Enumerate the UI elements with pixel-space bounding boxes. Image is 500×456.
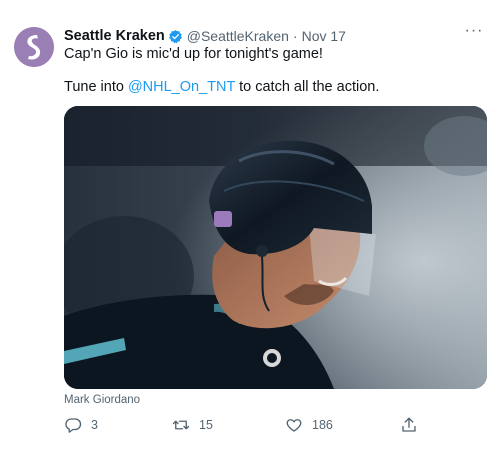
display-name[interactable]: Seattle Kraken — [64, 28, 165, 44]
more-icon[interactable]: ··· — [462, 23, 486, 44]
tweet-date[interactable]: Nov 17 — [302, 28, 346, 44]
share-icon — [400, 416, 418, 434]
verified-badge-icon — [168, 29, 183, 44]
tweet-text-after-mention: to catch all the action. — [235, 79, 380, 95]
share-button[interactable] — [400, 414, 418, 436]
like-button[interactable]: 186 — [285, 414, 333, 436]
tweet-text-line-1: Cap'n Gio is mic'd up for tonight's game… — [64, 46, 323, 62]
tweet-header: Seattle Kraken @SeattleKraken · Nov 17 — [64, 26, 346, 46]
retweet-button[interactable]: 15 — [172, 414, 213, 436]
tweet-text-before-mention: Tune into — [64, 79, 128, 95]
photo-caption[interactable]: Mark Giordano — [64, 394, 140, 406]
tweet-actions: 3 15 186 — [64, 414, 487, 436]
separator-dot: · — [292, 28, 298, 44]
tweet-card[interactable]: Seattle Kraken @SeattleKraken · Nov 17 ·… — [0, 0, 500, 456]
retweet-icon — [172, 416, 190, 434]
like-count: 186 — [312, 418, 333, 432]
hockey-player-photo — [64, 106, 487, 389]
tweet-text-line-2: Tune into @NHL_On_TNT to catch all the a… — [64, 77, 379, 97]
reply-button[interactable]: 3 — [64, 414, 98, 436]
user-handle[interactable]: @SeattleKraken — [187, 28, 289, 44]
like-icon — [285, 416, 303, 434]
avatar[interactable] — [14, 27, 54, 67]
tweet-photo[interactable] — [64, 106, 487, 389]
reply-count: 3 — [91, 418, 98, 432]
kraken-logo — [14, 27, 54, 67]
retweet-count: 15 — [199, 418, 213, 432]
reply-icon — [64, 416, 82, 434]
mention-link[interactable]: @NHL_On_TNT — [128, 79, 235, 95]
